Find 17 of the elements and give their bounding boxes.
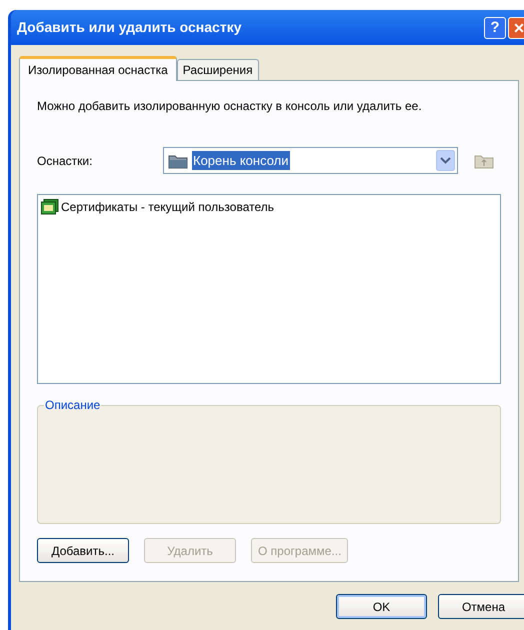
help-button[interactable]: ? — [484, 16, 506, 38]
action-button[interactable]: Добавить... — [37, 538, 129, 563]
snapins-dropdown[interactable]: Корень консоли — [163, 147, 458, 174]
dialog-button[interactable]: Отмена — [438, 594, 524, 619]
certificate-icon — [41, 199, 59, 215]
description-legend: Описание — [44, 396, 102, 414]
folder-icon — [168, 152, 188, 168]
folder-up-icon[interactable] — [474, 152, 494, 168]
close-button[interactable]: × — [508, 16, 524, 38]
dialog-button[interactable]: OK — [336, 594, 427, 619]
dropdown-value: Корень консоли — [192, 150, 290, 170]
snapins-label: Оснастки: — [37, 152, 94, 170]
intro-text: Можно добавить изолированную оснастку в консоль или удалить ее. — [37, 98, 423, 115]
window-title: Добавить или удалить оснастку — [17, 18, 242, 37]
tab[interactable]: Расширения — [176, 59, 259, 80]
tab[interactable]: Изолированная оснастка — [19, 56, 177, 81]
snapin-list-item[interactable]: Сертификаты - текущий пользователь — [41, 198, 274, 216]
